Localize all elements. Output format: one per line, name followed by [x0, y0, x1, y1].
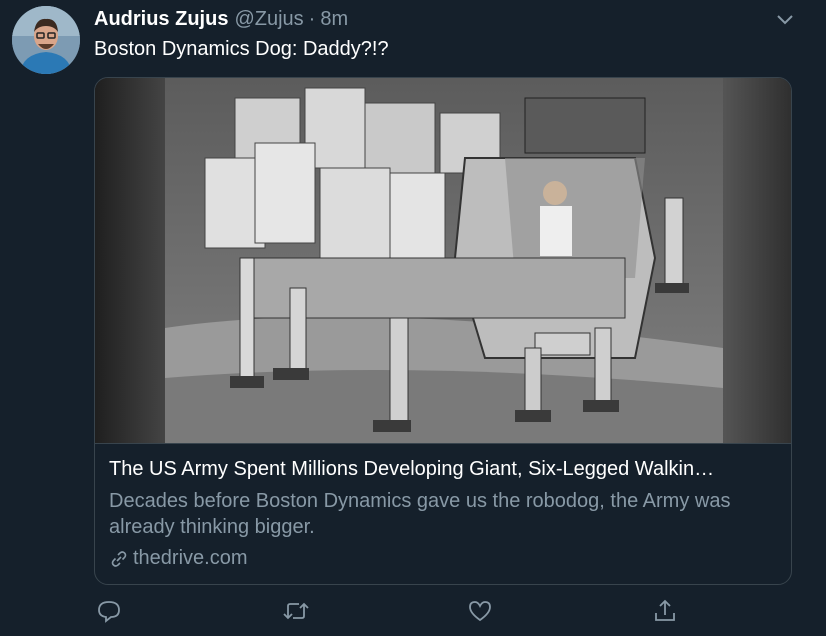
walking-machine-photo	[165, 78, 723, 443]
tweet-timestamp[interactable]: 8m	[320, 8, 348, 31]
card-image[interactable]	[95, 78, 791, 443]
image-blur-right	[723, 78, 791, 443]
card-body[interactable]: The US Army Spent Millions Developing Gi…	[95, 443, 791, 584]
reply-icon[interactable]	[96, 598, 124, 626]
author-handle[interactable]: @Zujus	[234, 8, 303, 31]
separator-dot: ·	[308, 7, 316, 30]
heart-icon[interactable]	[467, 598, 495, 626]
card-title[interactable]: The US Army Spent Millions Developing Gi…	[109, 458, 779, 481]
card-description: Decades before Boston Dynamics gave us t…	[109, 490, 731, 538]
tweet[interactable]: Audrius Zujus @Zujus · 8m Boston Dynamic…	[0, 0, 826, 636]
tweet-header: Audrius Zujus @Zujus · 8m	[94, 6, 348, 32]
chevron-down-icon[interactable]	[774, 8, 796, 30]
share-icon[interactable]	[652, 598, 680, 626]
tweet-actions	[94, 598, 694, 628]
card-domain-row[interactable]: thedrive.com	[109, 547, 248, 570]
retweet-icon[interactable]	[282, 598, 310, 626]
image-blur-left	[95, 78, 165, 443]
card-domain: thedrive.com	[133, 547, 248, 569]
author-name[interactable]: Audrius Zujus	[94, 8, 228, 31]
link-icon	[111, 550, 127, 567]
avatar[interactable]	[12, 6, 80, 74]
link-card[interactable]: The US Army Spent Millions Developing Gi…	[94, 77, 792, 585]
tweet-text: Boston Dynamics Dog: Daddy?!?	[94, 38, 389, 60]
